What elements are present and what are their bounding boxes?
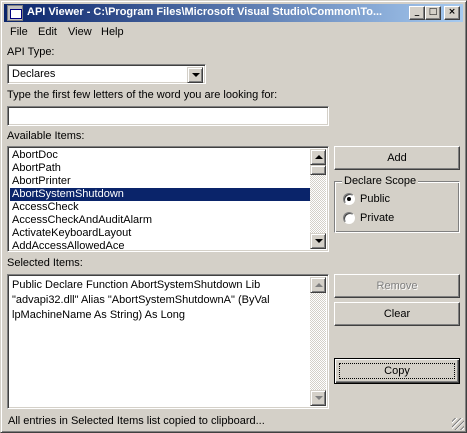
title-bar[interactable]: API Viewer - C:\Program Files\Microsoft … bbox=[4, 4, 463, 22]
list-item[interactable]: AddAccessAllowedAce bbox=[10, 240, 310, 253]
available-items-scrollbar[interactable] bbox=[310, 149, 326, 249]
clear-button-label: Clear bbox=[383, 308, 411, 320]
scroll-down-button[interactable] bbox=[310, 233, 326, 249]
public-radio-label[interactable]: Public bbox=[360, 193, 390, 205]
search-input[interactable] bbox=[7, 106, 329, 126]
remove-button-label: Remove bbox=[376, 280, 418, 292]
resize-grip-icon[interactable] bbox=[452, 418, 464, 430]
window-title: API Viewer - C:\Program Files\Microsoft … bbox=[27, 6, 383, 18]
minimize-button[interactable]: _ bbox=[409, 6, 425, 20]
copy-button[interactable]: Copy bbox=[334, 358, 460, 384]
list-item[interactable]: AbortPrinter bbox=[10, 175, 310, 188]
available-items-listbox[interactable]: AbortDoc AbortPath AbortPrinter AbortSys… bbox=[7, 146, 329, 252]
list-item[interactable]: AccessCheckAndAuditAlarm bbox=[10, 214, 310, 227]
list-item[interactable]: AbortDoc bbox=[10, 149, 310, 162]
menu-file[interactable]: File bbox=[10, 26, 28, 38]
search-label: Type the first few letters of the word y… bbox=[7, 89, 278, 101]
available-items-label: Available Items: bbox=[7, 130, 85, 142]
menu-edit[interactable]: Edit bbox=[38, 26, 57, 38]
selected-items-scrollbar[interactable] bbox=[310, 277, 326, 406]
maximize-button[interactable]: □ bbox=[425, 6, 441, 20]
chevron-down-icon bbox=[192, 73, 200, 77]
api-type-value: Declares bbox=[12, 68, 56, 80]
scroll-down-button[interactable] bbox=[310, 390, 326, 406]
menu-help[interactable]: Help bbox=[101, 26, 124, 38]
menu-bar: File Edit View Help bbox=[4, 23, 463, 42]
api-type-label: API Type: bbox=[7, 46, 55, 58]
public-radio[interactable] bbox=[343, 193, 355, 205]
chevron-up-icon bbox=[315, 155, 323, 159]
selected-items-text: Public Declare Function AbortSystemShutd… bbox=[12, 279, 273, 321]
list-item[interactable]: AbortPath bbox=[10, 162, 310, 175]
add-button[interactable]: Add bbox=[334, 146, 460, 170]
chevron-up-icon bbox=[315, 283, 323, 287]
api-type-select[interactable]: Declares bbox=[7, 64, 206, 84]
scroll-thumb[interactable] bbox=[310, 165, 326, 175]
declare-scope-group: Declare Scope Public Private bbox=[334, 175, 460, 233]
declare-scope-title: Declare Scope bbox=[342, 175, 419, 187]
remove-button[interactable]: Remove bbox=[334, 274, 460, 298]
scroll-up-button[interactable] bbox=[310, 277, 326, 293]
selected-items-textbox[interactable]: Public Declare Function AbortSystemShutd… bbox=[7, 274, 329, 409]
scroll-up-button[interactable] bbox=[310, 149, 326, 165]
chevron-down-icon bbox=[315, 396, 323, 400]
copy-button-label: Copy bbox=[384, 365, 410, 377]
private-radio-label[interactable]: Private bbox=[360, 212, 394, 224]
list-item-selected[interactable]: AbortSystemShutdown bbox=[10, 188, 310, 201]
close-button[interactable]: × bbox=[444, 6, 460, 20]
list-item[interactable]: ActivateKeyboardLayout bbox=[10, 227, 310, 240]
selected-items-label: Selected Items: bbox=[7, 257, 83, 269]
menu-view[interactable]: View bbox=[68, 26, 92, 38]
add-button-label: Add bbox=[387, 152, 407, 164]
status-text: All entries in Selected Items list copie… bbox=[8, 415, 265, 427]
app-icon bbox=[7, 5, 23, 21]
available-items-list: AbortDoc AbortPath AbortPrinter AbortSys… bbox=[10, 149, 310, 253]
api-viewer-window: API Viewer - C:\Program Files\Microsoft … bbox=[0, 0, 467, 433]
clear-button[interactable]: Clear bbox=[334, 302, 460, 326]
list-item[interactable]: AccessCheck bbox=[10, 201, 310, 214]
chevron-down-icon bbox=[315, 239, 323, 243]
api-type-dropdown-button[interactable] bbox=[187, 67, 203, 83]
private-radio[interactable] bbox=[343, 212, 355, 224]
